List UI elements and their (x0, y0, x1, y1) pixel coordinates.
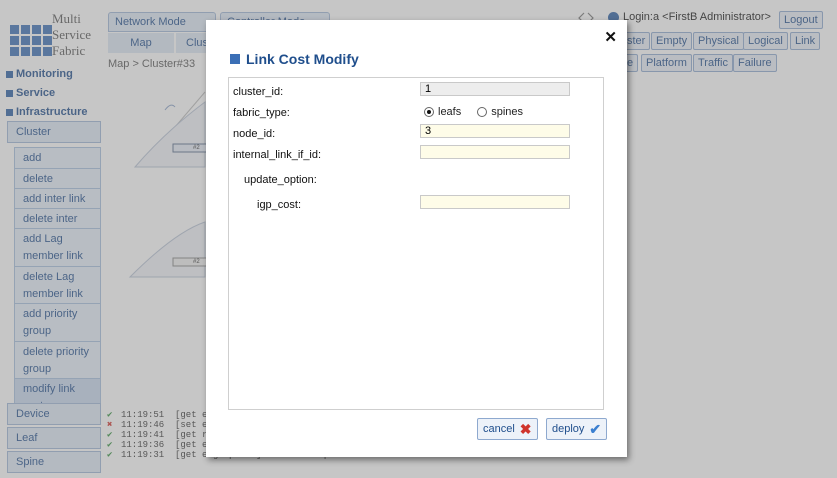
radio-unselected-icon[interactable] (477, 107, 488, 117)
node-id-label: node_id: (233, 128, 276, 140)
radio-label: spines (491, 106, 524, 118)
igp-cost-label: igp_cost: (257, 199, 302, 211)
internal-link-if-id-label: internal_link_if_id: (233, 149, 322, 161)
deploy-button-label: deploy (552, 423, 585, 435)
fabric-type-leafs-option[interactable]: leafs (424, 106, 461, 118)
igp-cost-field[interactable] (420, 195, 570, 209)
fabric-type-label: fabric_type: (233, 107, 290, 119)
close-icon[interactable]: ✕ (604, 28, 617, 46)
dialog-title-text: Link Cost Modify (246, 51, 359, 67)
internal-link-if-id-field[interactable] (420, 145, 570, 159)
check-icon: ✔ (589, 420, 602, 437)
cluster-id-field[interactable] (420, 82, 570, 96)
cluster-id-label: cluster_id: (233, 86, 284, 98)
cancel-button-label: cancel (483, 423, 515, 435)
deploy-button[interactable]: deploy ✔ (546, 418, 608, 440)
form-panel: cluster_id: fabric_type: leafs spines no… (228, 77, 604, 410)
fabric-type-radio-group: leafs spines (424, 106, 539, 118)
update-option-label: update_option: (244, 174, 317, 186)
node-id-field[interactable] (420, 124, 570, 138)
cancel-button[interactable]: cancel ✖ (477, 418, 538, 440)
fabric-type-spines-option[interactable]: spines (477, 106, 523, 118)
square-icon (230, 54, 240, 64)
link-cost-modify-dialog: ✕ Link Cost Modify cluster_id: fabric_ty… (206, 20, 627, 457)
close-x-icon: ✖ (519, 420, 532, 437)
dialog-title: Link Cost Modify (230, 51, 359, 67)
radio-selected-icon[interactable] (424, 107, 434, 117)
radio-label: leafs (438, 106, 462, 118)
